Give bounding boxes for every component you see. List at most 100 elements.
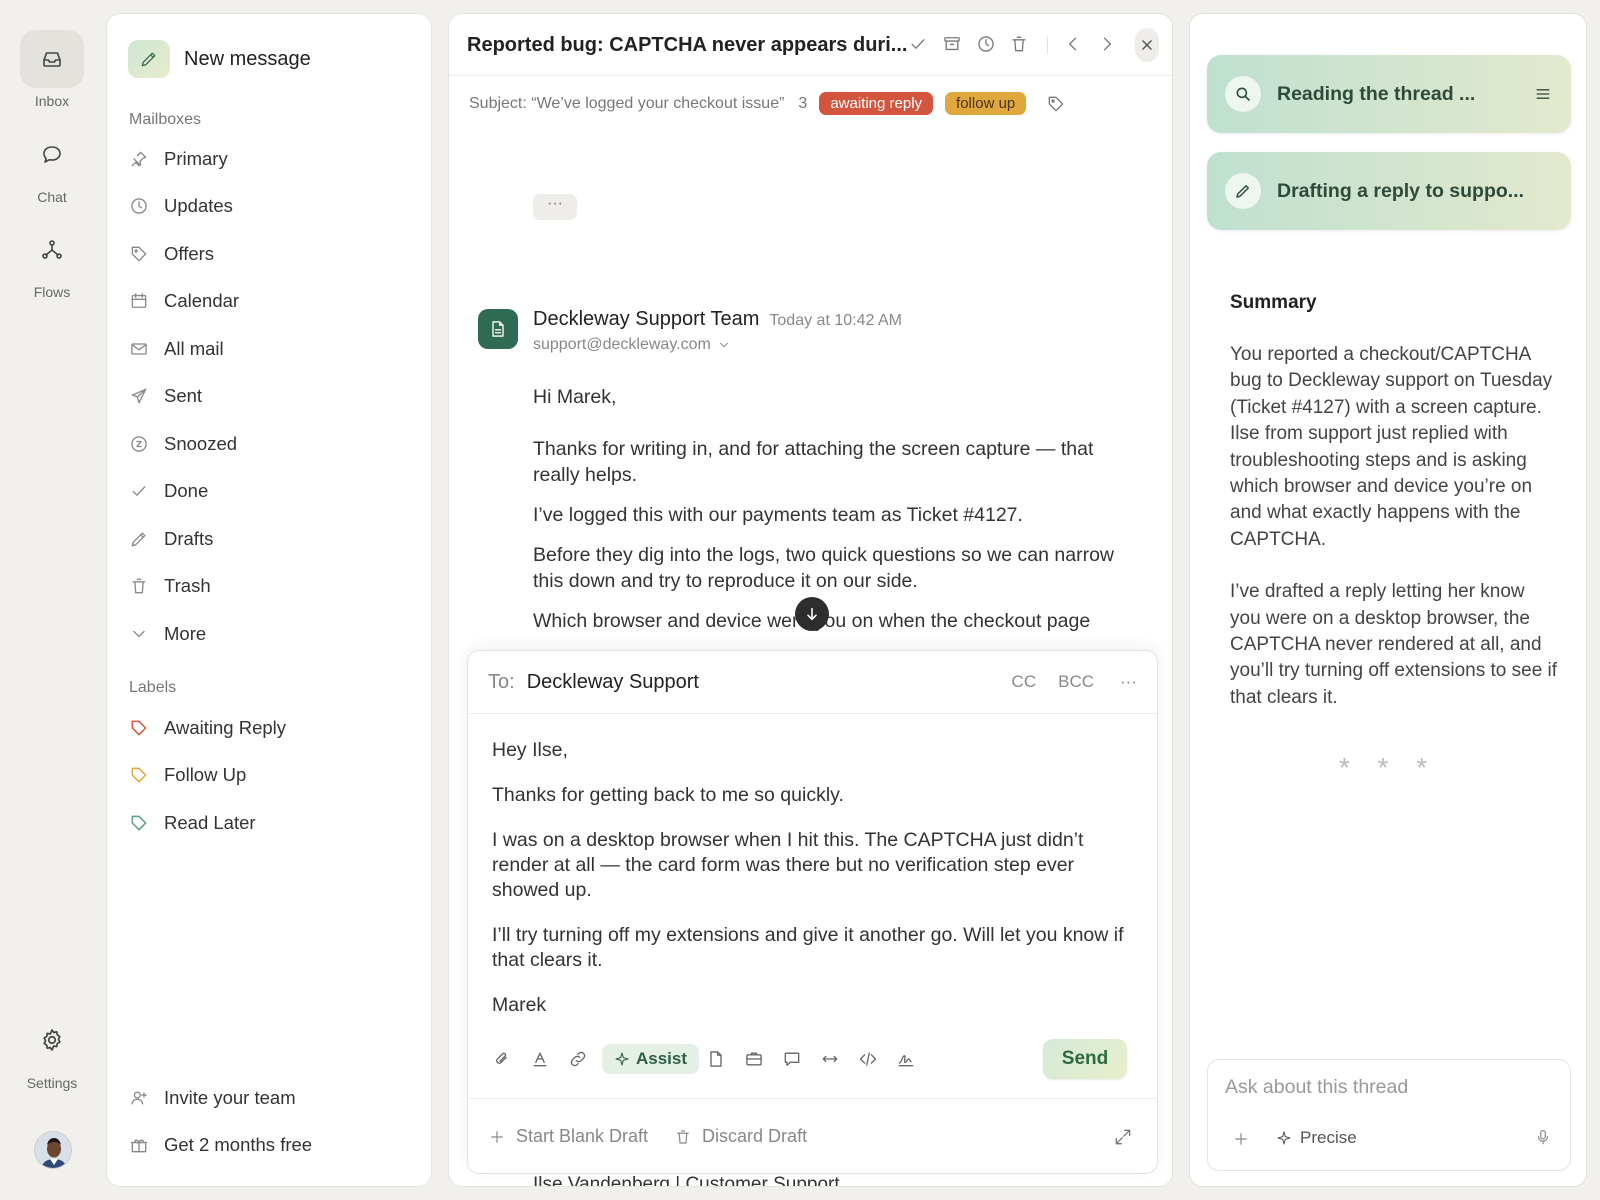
sidebar-label-read-later[interactable]: Read Later	[129, 799, 419, 847]
message-paragraph: I’ve logged this with our payments team …	[533, 504, 1023, 526]
rail-item-inbox[interactable]: Inbox	[0, 30, 104, 109]
rail-item-chat[interactable]: Chat	[0, 126, 104, 205]
arrows-horizontal-icon[interactable]	[820, 1049, 840, 1069]
summary-text: You reported a checkout/CAPTCHA bug to D…	[1230, 342, 1560, 737]
header-divider	[1047, 36, 1048, 54]
recipient-row: To: Deckleway Support CC BCC ···	[468, 651, 1157, 714]
sidebar-item-updates[interactable]: Updates	[129, 183, 419, 231]
start-blank-draft-button[interactable]: Start Blank Draft	[488, 1126, 648, 1147]
message-paragraph: Thanks for writing in, and for attaching…	[533, 438, 1094, 486]
discard-draft-button[interactable]: Discard Draft	[674, 1126, 807, 1147]
collapsed-messages-button[interactable]: ···	[533, 194, 577, 220]
user-avatar-icon	[35, 1132, 71, 1168]
chevron-left-icon[interactable]	[1063, 34, 1083, 54]
ask-placeholder: Ask about this thread	[1225, 1076, 1409, 1098]
app-rail: Inbox Chat Flows Settings	[0, 0, 104, 1200]
clock-icon	[131, 198, 147, 214]
subject-line: Subject: “We’ve logged your checkout iss…	[469, 94, 785, 112]
task-drafting-reply[interactable]: Drafting a reply to suppo...	[1207, 152, 1571, 230]
tag-follow-up[interactable]: follow up	[945, 92, 1027, 115]
sidebar-item-more[interactable]: More	[129, 610, 419, 658]
sidebar-item-label: Primary	[164, 147, 228, 169]
avatar[interactable]	[34, 1131, 72, 1169]
thread-header: Reported bug: CAPTCHA never appears duri…	[449, 14, 1172, 76]
snooze-clock-icon[interactable]	[976, 34, 996, 54]
microphone-icon[interactable]	[1534, 1128, 1552, 1146]
sidebar-label-awaiting-reply[interactable]: Awaiting Reply	[129, 704, 419, 752]
rail-item-flows[interactable]: Flows	[0, 221, 104, 300]
scroll-down-button[interactable]	[795, 597, 829, 631]
close-button[interactable]	[1135, 28, 1159, 62]
ask-thread-input[interactable]: Ask about this thread Precise	[1207, 1059, 1571, 1171]
sidebar-item-snoozed[interactable]: Snoozed	[129, 420, 419, 468]
signature-icon[interactable]	[896, 1049, 916, 1069]
sidebar-item-sent[interactable]: Sent	[129, 373, 419, 421]
link-icon[interactable]	[568, 1049, 588, 1069]
sidebar-item-all-mail[interactable]: All mail	[129, 325, 419, 373]
composer-footer: Start Blank Draft Discard Draft	[468, 1098, 1157, 1174]
briefcase-icon[interactable]	[744, 1049, 764, 1069]
sidebar-item-calendar[interactable]: Calendar	[129, 278, 419, 326]
promo-link[interactable]: Get 2 months free	[129, 1122, 419, 1170]
cc-button[interactable]: CC	[1012, 672, 1037, 692]
add-tag-icon[interactable]	[1046, 94, 1066, 114]
sidebar-item-trash[interactable]: Trash	[129, 563, 419, 611]
sidebar-item-offers[interactable]: Offers	[129, 230, 419, 278]
assist-button[interactable]: Assist	[602, 1044, 700, 1074]
tag-awaiting-reply[interactable]: awaiting reply	[819, 92, 934, 115]
section-separator: * * *	[1338, 752, 1438, 783]
to-field[interactable]: Deckleway Support	[527, 671, 990, 694]
sidebar-item-label: Calendar	[164, 290, 240, 312]
menu-icon[interactable]	[1533, 84, 1553, 104]
sender-email-toggle[interactable]: support@deckleway.com	[533, 336, 731, 354]
document-icon[interactable]	[706, 1049, 726, 1069]
invite-team-link[interactable]: Invite your team	[129, 1074, 419, 1122]
paperclip-icon[interactable]	[492, 1049, 512, 1069]
sidebar: New message Mailboxes Primary Updates Of…	[106, 13, 432, 1187]
mode-selector[interactable]: Precise	[1276, 1128, 1357, 1148]
new-message-button[interactable]: New message	[128, 40, 311, 78]
code-icon[interactable]	[858, 1049, 878, 1069]
pencil-icon	[128, 40, 170, 78]
draft-paragraph: Hey Ilse,	[492, 739, 568, 761]
sidebar-item-done[interactable]: Done	[129, 468, 419, 516]
plus-icon[interactable]	[1232, 1130, 1250, 1148]
chevron-down-icon	[719, 342, 728, 348]
text-format-icon[interactable]	[530, 1049, 550, 1069]
sidebar-item-label: All mail	[164, 337, 224, 359]
discard-label: Discard Draft	[702, 1126, 808, 1146]
task-reading-thread[interactable]: Reading the thread ...	[1207, 55, 1571, 133]
close-icon	[1142, 40, 1152, 50]
mark-done-icon[interactable]	[908, 34, 928, 54]
label-tag-icon	[131, 815, 147, 831]
sidebar-item-label: Awaiting Reply	[164, 716, 287, 738]
message-paragraph: Hi Marek,	[533, 386, 617, 408]
draft-body[interactable]: Hey Ilse, Thanks for getting back to me …	[468, 714, 1157, 1018]
chat-icon	[20, 126, 84, 184]
sender-name: Deckleway Support Team	[533, 308, 760, 330]
rail-label: Inbox	[34, 93, 70, 109]
thread-title: Reported bug: CAPTCHA never appears duri…	[467, 34, 908, 56]
archive-icon[interactable]	[942, 34, 962, 54]
chevron-right-icon[interactable]	[1097, 34, 1117, 54]
composer-more-button[interactable]: ···	[1120, 672, 1137, 692]
subject-row: Subject: “We’ve logged your checkout iss…	[469, 92, 1066, 115]
sidebar-item-drafts[interactable]: Drafts	[129, 515, 419, 563]
send-button[interactable]: Send	[1043, 1039, 1127, 1079]
bcc-button[interactable]: BCC	[1058, 672, 1094, 692]
sender-row: Deckleway Support Team Today at 10:42 AM	[533, 308, 902, 331]
trash-icon[interactable]	[1009, 34, 1029, 54]
sidebar-item-primary[interactable]: Primary	[129, 135, 419, 183]
assist-label: Assist	[636, 1049, 688, 1068]
sidebar-item-label: Offers	[164, 242, 215, 264]
sidebar-label-follow-up[interactable]: Follow Up	[129, 752, 419, 800]
plus-icon	[491, 1130, 503, 1143]
rail-item-settings[interactable]: Settings	[0, 1010, 104, 1091]
inbox-icon	[20, 30, 84, 88]
thread-panel: Reported bug: CAPTCHA never appears duri…	[448, 13, 1173, 1187]
mail-icon	[131, 343, 147, 355]
comment-icon[interactable]	[782, 1049, 802, 1069]
sparkle-icon	[615, 1052, 629, 1066]
expand-icon[interactable]	[1113, 1127, 1133, 1147]
to-label: To:	[488, 670, 515, 693]
